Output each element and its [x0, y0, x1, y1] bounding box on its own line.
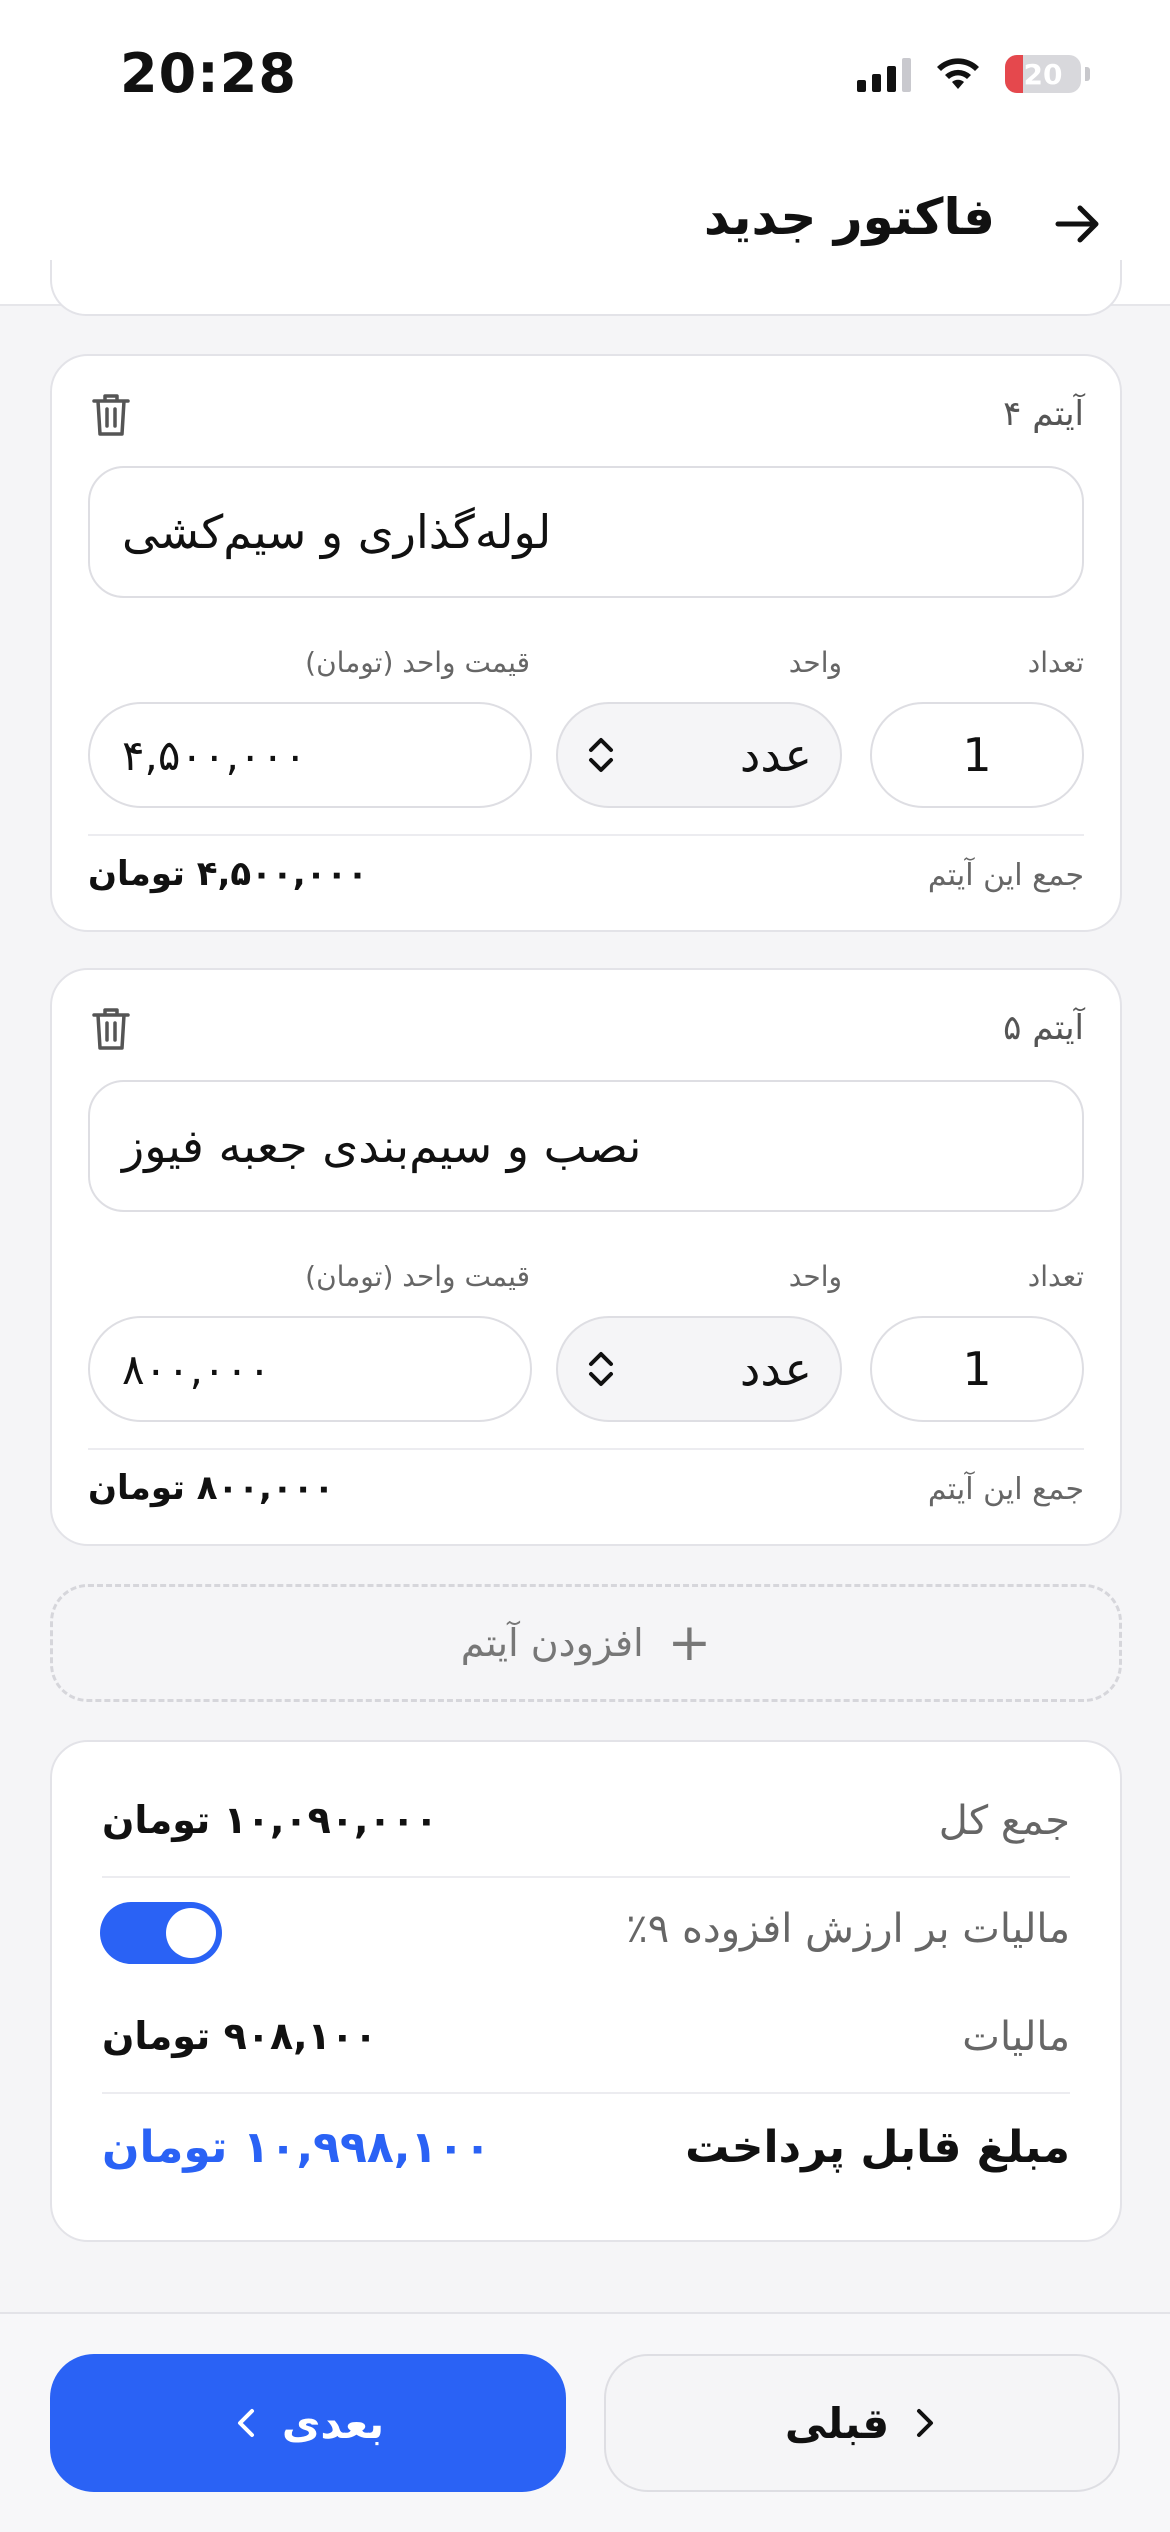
- unit-price-input[interactable]: ۸۰۰,۰۰۰: [88, 1316, 532, 1422]
- page-title: فاکتور جدید: [703, 188, 995, 246]
- trash-icon[interactable]: [90, 392, 132, 438]
- item-sum-value: ۸۰۰,۰۰۰ تومان: [88, 1468, 335, 1508]
- status-icons: 20: [857, 55, 1090, 93]
- tax-label: مالیات: [962, 2014, 1070, 2060]
- qty-input[interactable]: 1: [870, 702, 1084, 808]
- payable-label: مبلغ قابل پرداخت: [685, 2122, 1070, 2173]
- unit-select[interactable]: عدد: [556, 1316, 842, 1422]
- previous-item-card-edge: [50, 260, 1122, 316]
- total-value: ۱۰,۰۹۰,۰۰۰ تومان: [102, 1798, 438, 1842]
- unit-price-input[interactable]: ۴,۵۰۰,۰۰۰: [88, 702, 532, 808]
- status-time: 20:28: [120, 42, 297, 105]
- invoice-page: 20:28 20 فاکتور جدید آیتم ۴: [0, 0, 1170, 2532]
- item-title: آیتم ۴: [1003, 394, 1084, 434]
- chevron-left-icon: [237, 2409, 254, 2437]
- vat-toggle[interactable]: [100, 1902, 222, 1964]
- chevron-right-icon: [917, 2409, 934, 2437]
- unit-select[interactable]: عدد: [556, 702, 842, 808]
- bottom-nav: قبلی بعدی: [0, 2312, 1170, 2532]
- arrow-right-icon: [1055, 205, 1099, 243]
- battery-level: 20: [1023, 57, 1063, 91]
- price-label: قیمت واحد (تومان): [305, 646, 530, 679]
- tax-value: ۹۰۸,۱۰۰ تومان: [102, 2014, 378, 2058]
- wifi-icon: [937, 58, 979, 89]
- cellular-signal-icon: [857, 56, 911, 92]
- price-label: قیمت واحد (تومان): [305, 1260, 530, 1293]
- qty-label: تعداد: [1027, 646, 1084, 679]
- next-label: بعدی: [281, 2398, 385, 2448]
- plus-icon: +: [667, 1613, 712, 1673]
- unit-value: عدد: [739, 728, 812, 782]
- previous-label: قبلی: [784, 2398, 890, 2448]
- divider: [88, 834, 1084, 836]
- chevron-updown-icon: [589, 1352, 613, 1386]
- item-description-input[interactable]: لوله‌گذاری و سیم‌کشی: [88, 466, 1084, 598]
- item-sum-value: ۴,۵۰۰,۰۰۰ تومان: [88, 854, 368, 894]
- item-sum-label: جمع این آیتم: [927, 1472, 1084, 1507]
- toggle-knob: [166, 1908, 216, 1958]
- previous-button[interactable]: قبلی: [604, 2354, 1120, 2492]
- unit-label: واحد: [788, 1260, 842, 1293]
- divider: [88, 1448, 1084, 1450]
- invoice-summary-card: جمع کل ۱۰,۰۹۰,۰۰۰ تومان مالیات بر ارزش ا…: [50, 1740, 1122, 2242]
- unit-label: واحد: [788, 646, 842, 679]
- divider: [102, 2092, 1070, 2094]
- total-label: جمع کل: [938, 1798, 1070, 1844]
- vat-label: مالیات بر ارزش افزوده ۹٪: [626, 1906, 1070, 1952]
- add-item-label: افزودن آیتم: [460, 1621, 644, 1665]
- payable-value: ۱۰,۹۹۸,۱۰۰ تومان: [102, 2122, 492, 2173]
- unit-value: عدد: [739, 1342, 812, 1396]
- item-title: آیتم ۵: [1003, 1008, 1084, 1048]
- trash-icon[interactable]: [90, 1006, 132, 1052]
- divider: [102, 1876, 1070, 1878]
- chevron-updown-icon: [589, 738, 613, 772]
- next-button[interactable]: بعدی: [50, 2354, 566, 2492]
- qty-label: تعداد: [1027, 1260, 1084, 1293]
- battery-tip: [1085, 67, 1090, 81]
- item-sum-label: جمع این آیتم: [927, 858, 1084, 893]
- invoice-item-card: آیتم ۴ لوله‌گذاری و سیم‌کشی تعداد واحد ق…: [50, 354, 1122, 932]
- invoice-item-card: آیتم ۵ نصب و سیم‌بندی جعبه فیوز تعداد وا…: [50, 968, 1122, 1546]
- add-item-button[interactable]: + افزودن آیتم: [50, 1584, 1122, 1702]
- item-description-input[interactable]: نصب و سیم‌بندی جعبه فیوز: [88, 1080, 1084, 1212]
- battery-icon: 20: [1005, 55, 1081, 93]
- back-button[interactable]: [1046, 192, 1110, 256]
- qty-input[interactable]: 1: [870, 1316, 1084, 1422]
